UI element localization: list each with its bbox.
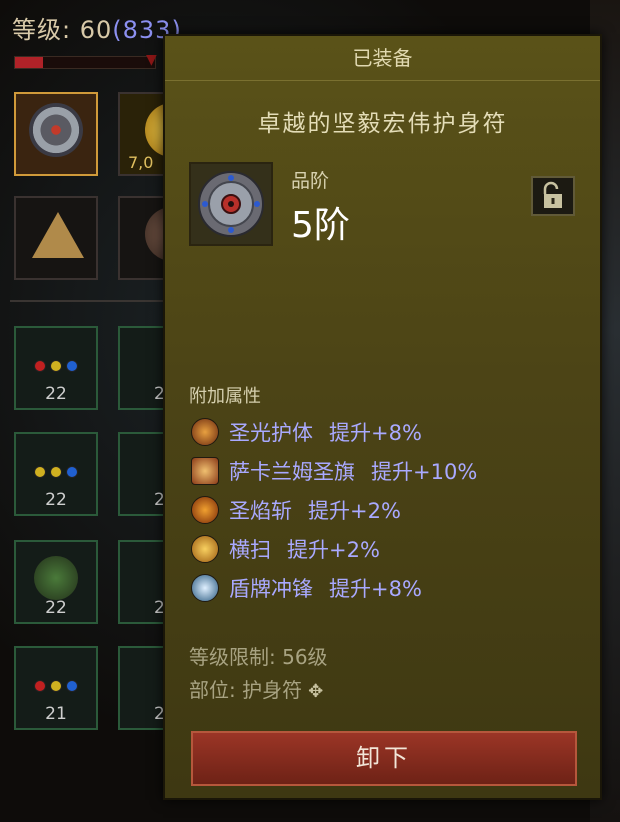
lock-toggle-button[interactable] (531, 176, 575, 216)
attributes-list: 圣光护体 提升+8% 萨卡兰姆圣旗 提升+10% 圣焰斩 提升+2% 横扫 提升… (191, 412, 477, 607)
character-level: 等级: 60(833) (12, 16, 182, 44)
gem-sockets (34, 680, 78, 693)
item-name: 卓越的坚毅宏伟护身符 (257, 111, 508, 137)
rank-value: 5阶 (291, 205, 350, 246)
topaz-icon (50, 360, 62, 373)
attribute-name: 萨卡兰姆圣旗 (229, 459, 355, 484)
sweep-icon (191, 534, 219, 563)
inventory-slot-sigil[interactable] (14, 196, 98, 280)
ruby-icon (34, 360, 46, 373)
shield-charge-icon (191, 573, 219, 602)
inventory-slot-item[interactable]: 22 (14, 326, 98, 410)
topaz-icon (34, 466, 46, 479)
inventory-slot-item[interactable]: 21 (14, 646, 98, 730)
amulet-icon (29, 103, 83, 157)
amulet-icon (189, 162, 273, 246)
inventory-slot-item[interactable]: 22 (14, 432, 98, 516)
attribute-bonus: 提升+2% (308, 498, 401, 523)
attribute-bonus: 提升+8% (329, 576, 422, 601)
triangle-sigil-icon (32, 212, 84, 258)
amulet-slot-icon: ✥ (308, 681, 324, 702)
holy-armor-icon (191, 417, 219, 446)
inventory-divider (10, 300, 165, 302)
gauntlet-icon (34, 556, 78, 600)
inventory-slot-item[interactable]: 22 (14, 540, 98, 624)
attribute-row: 盾牌冲锋 提升+8% (191, 568, 477, 607)
xp-bar (14, 56, 156, 69)
ruby-icon (34, 680, 46, 693)
sapphire-icon (66, 360, 78, 373)
attribute-name: 盾牌冲锋 (229, 576, 313, 601)
topaz-icon (50, 466, 62, 479)
attribute-bonus: 提升+2% (287, 537, 380, 562)
unequip-button[interactable]: 卸下 (191, 731, 577, 786)
sapphire-icon (66, 466, 78, 479)
unlock-icon (543, 181, 562, 208)
item-slot-text: 部位: 护身符 (189, 678, 303, 702)
item-level: 22 (45, 490, 67, 510)
attribute-bonus: 提升+10% (371, 459, 478, 484)
item-level: 22 (45, 598, 67, 618)
attribute-bonus: 提升+8% (329, 420, 422, 445)
attribute-name: 圣焰斩 (229, 498, 292, 523)
attribute-row: 横扫 提升+2% (191, 529, 477, 568)
equipped-status: 已装备 (165, 36, 600, 81)
slot-partial-value: 7,0 (128, 153, 154, 172)
attributes-header: 附加属性 (189, 386, 261, 407)
attribute-row: 萨卡兰姆圣旗 提升+10% (191, 451, 477, 490)
attribute-name: 横扫 (229, 537, 271, 562)
banner-icon (191, 456, 219, 485)
item-tooltip-panel: 已装备 卓越的坚毅宏伟护身符 品阶 5阶 附加属性 圣光护体 提升+8% 萨卡兰… (163, 34, 602, 800)
flame-slash-icon (191, 495, 219, 524)
rank-label: 品阶 (291, 170, 330, 192)
attribute-name: 圣光护体 (229, 420, 313, 445)
topaz-icon (50, 680, 62, 693)
attribute-row: 圣焰斩 提升+2% (191, 490, 477, 529)
level-requirement: 等级限制: 56级 (189, 645, 328, 669)
inventory-slot-amulet[interactable] (14, 92, 98, 176)
sapphire-icon (66, 680, 78, 693)
item-slot-info: 部位: 护身符 ✥ (189, 674, 323, 703)
xp-marker-icon: ▼ (146, 52, 157, 68)
gem-sockets (34, 466, 78, 479)
item-level: 22 (45, 384, 67, 404)
item-level: 21 (45, 704, 67, 724)
attribute-row: 圣光护体 提升+8% (191, 412, 477, 451)
xp-fill (15, 57, 43, 68)
gem-sockets (34, 360, 78, 373)
